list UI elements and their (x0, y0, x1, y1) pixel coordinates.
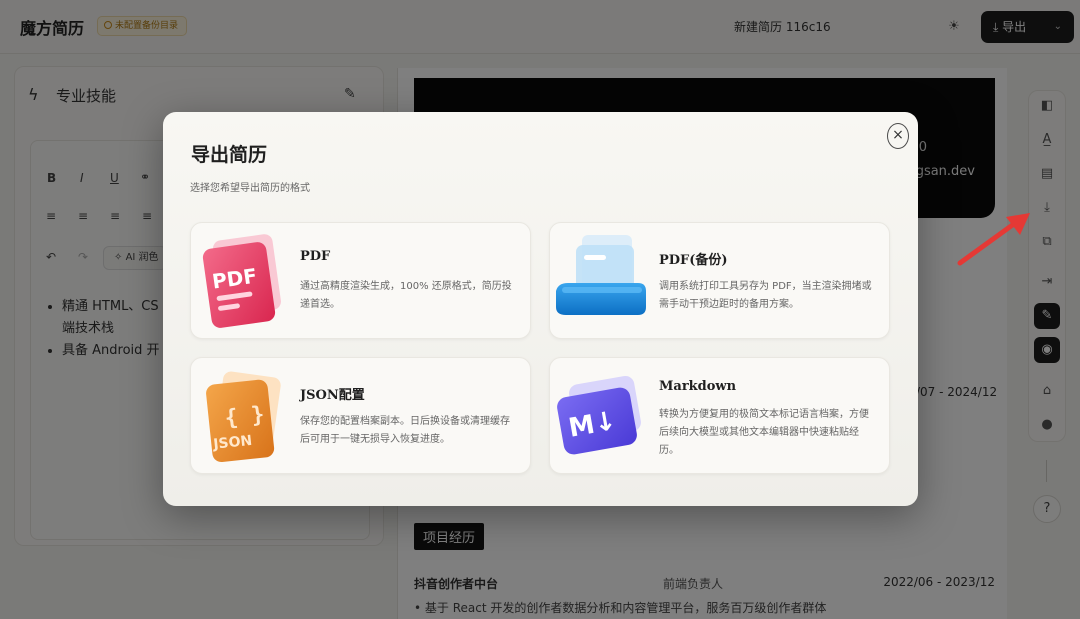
json-art-symbol: { } (224, 402, 266, 431)
option-title: Markdown (659, 379, 737, 394)
modal-subtitle: 选择您希望导出简历的格式 (190, 183, 310, 194)
export-option-markdown[interactable]: M↓ Markdown 转换为方便复用的极简文本标记语言档案，方便后续向大模型或… (549, 357, 890, 474)
close-icon[interactable]: × (887, 123, 909, 149)
option-title: PDF(备份) (659, 253, 728, 268)
option-description: 保存您的配置档案副本。日后换设备或清理缓存后可用于一键无损导入恢复进度。 (300, 416, 510, 445)
option-title: JSON配置 (300, 388, 365, 403)
markdown-icon: M↓ (557, 375, 641, 455)
export-option-pdf[interactable]: PDF PDF 通过高精度渲染生成，100% 还原格式，简历投递首选。 (190, 222, 531, 339)
option-description: 通过高精度渲染生成，100% 还原格式，简历投递首选。 (300, 281, 512, 310)
json-file-icon: { } JSON (206, 371, 281, 463)
modal-title: 导出简历 (191, 144, 268, 166)
option-description: 转换为方便复用的极简文本标记语言档案，方便后续向大模型或其他文本编辑器中快速粘贴… (659, 409, 869, 456)
printer-tray-icon (556, 235, 646, 315)
export-option-json[interactable]: { } JSON JSON配置 保存您的配置档案副本。日后换设备或清理缓存后可用… (190, 357, 531, 474)
red-arrow-annotation (957, 213, 1030, 266)
option-description: 调用系统打印工具另存为 PDF，当主渲染拥堵或需手动干预边距时的备用方案。 (659, 281, 872, 310)
pdf-file-icon: PDF (202, 234, 281, 328)
export-option-pdf-backup[interactable]: PDF(备份) 调用系统打印工具另存为 PDF，当主渲染拥堵或需手动干预边距时的… (549, 222, 890, 339)
option-title: PDF (300, 249, 331, 264)
export-modal: 导出简历 选择您希望导出简历的格式 × PDF PDF 通过高精度渲染生成，10… (163, 112, 918, 506)
